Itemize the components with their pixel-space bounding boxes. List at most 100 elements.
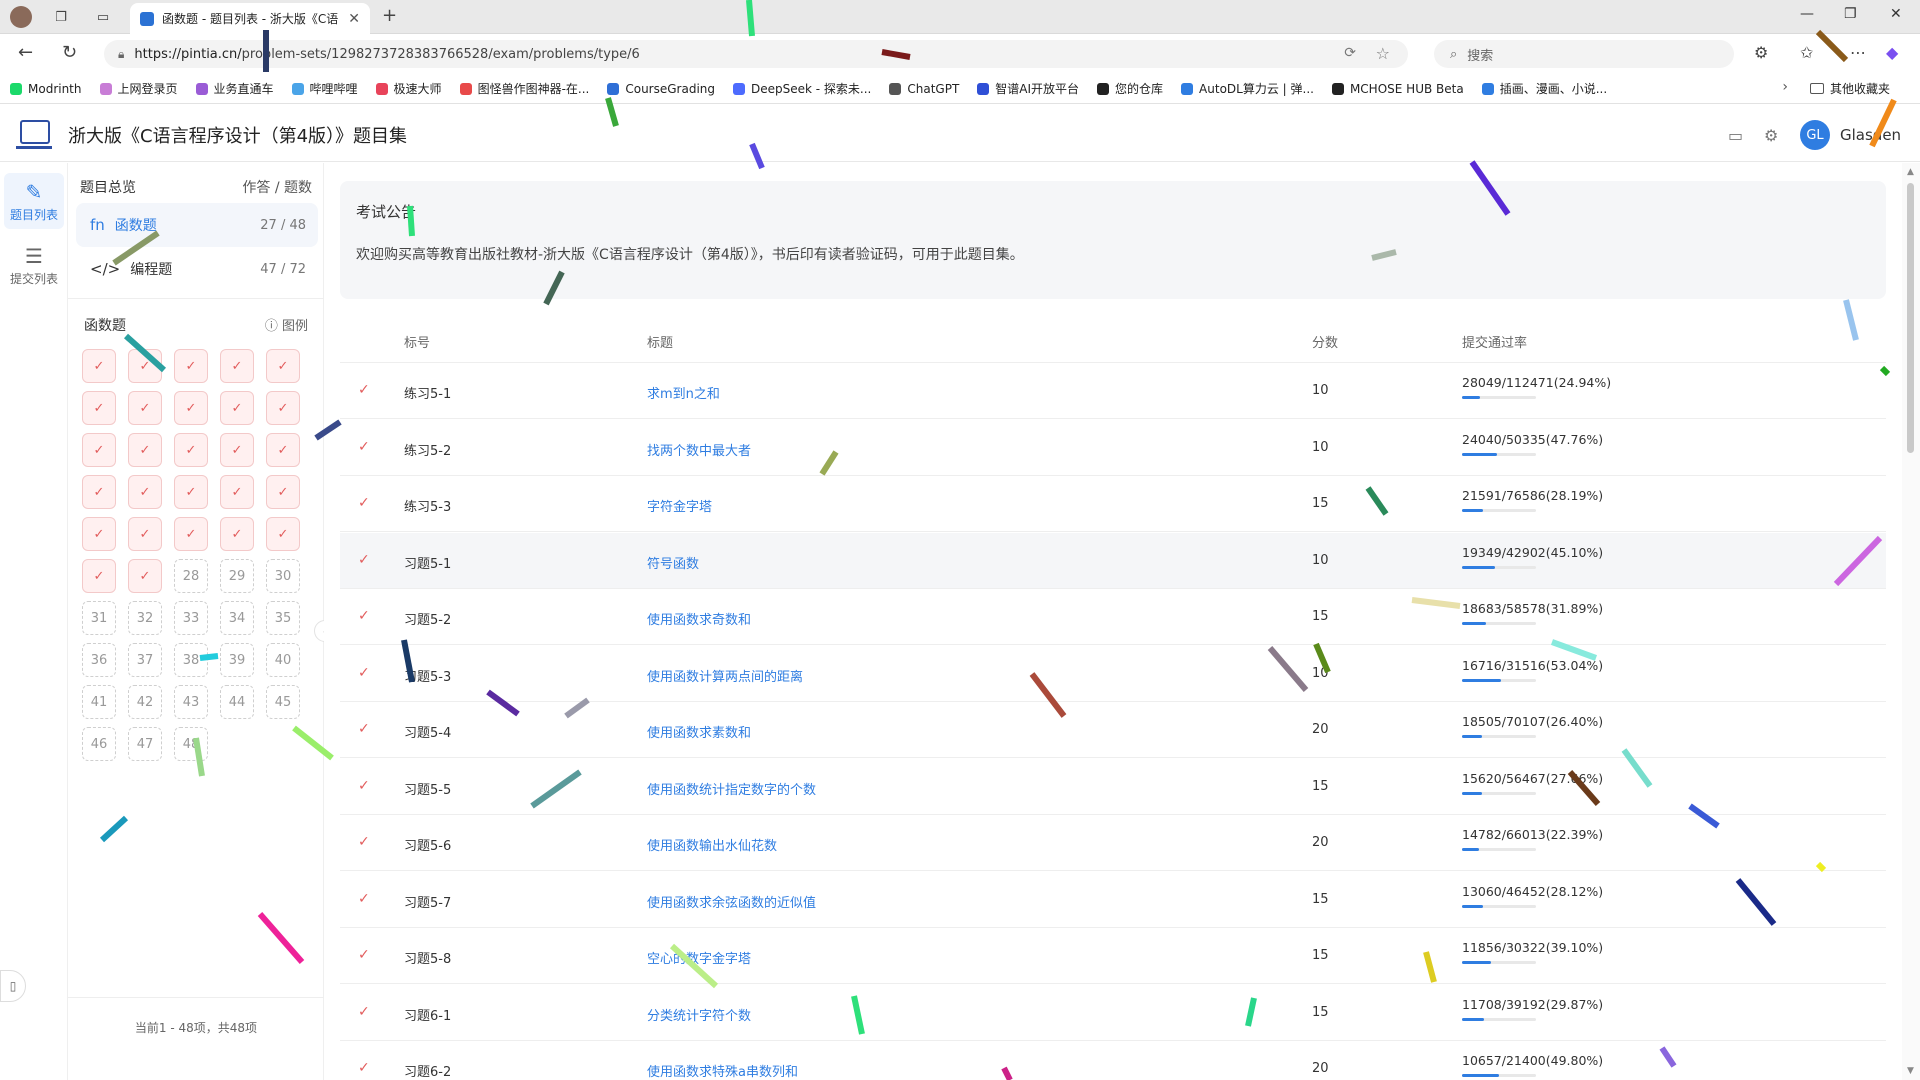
- table-row[interactable]: ✓ 习题5-2 使用函数求奇数和 15 18683/58578(31.89%): [340, 589, 1886, 645]
- problem-grid-cell[interactable]: ✓: [174, 433, 208, 467]
- scroll-down-icon[interactable]: ▼: [1907, 1066, 1914, 1076]
- problem-grid-cell[interactable]: 44: [220, 685, 254, 719]
- table-row[interactable]: ✓ 习题5-8 空心的数字金字塔 15 11856/30322(39.10%): [340, 928, 1886, 984]
- problem-grid-cell[interactable]: 37: [128, 643, 162, 677]
- problem-grid-cell[interactable]: 34: [220, 601, 254, 635]
- close-window-icon[interactable]: ✕: [1890, 6, 1902, 22]
- problem-grid-cell[interactable]: 31: [82, 601, 116, 635]
- problem-title-link[interactable]: 字符金字塔: [647, 496, 712, 515]
- translate-icon[interactable]: ⟳: [1344, 45, 1356, 61]
- pta-logo-icon[interactable]: [16, 120, 52, 149]
- bookmark-item[interactable]: 插画、漫画、小说...: [1481, 80, 1607, 97]
- problem-grid-cell[interactable]: 46: [82, 727, 116, 761]
- rail-item-submissions[interactable]: ☰ 提交列表: [4, 237, 64, 293]
- problem-grid-cell[interactable]: 32: [128, 601, 162, 635]
- table-row[interactable]: ✓ 习题5-7 使用函数求余弦函数的近似值 15 13060/46452(28.12%): [340, 872, 1886, 928]
- table-row[interactable]: ✓ 习题5-4 使用函数求素数和 20 18505/70107(26.40%): [340, 702, 1886, 758]
- problem-grid-cell[interactable]: ✓: [266, 475, 300, 509]
- favorites-icon[interactable]: ✩: [1800, 43, 1813, 62]
- tab-actions-icon[interactable]: ▭: [92, 6, 114, 28]
- problem-grid-cell[interactable]: 43: [174, 685, 208, 719]
- table-row[interactable]: ✓ 习题5-3 使用函数计算两点间的距离 10 16716/31516(53.04%): [340, 646, 1886, 702]
- problem-grid-cell[interactable]: 29: [220, 559, 254, 593]
- problem-type-programming[interactable]: </> 编程题 47 / 72: [76, 247, 318, 291]
- url-field[interactable]: 🔒︎ https://pintia.cn/problem-sets/129827…: [104, 40, 1408, 68]
- problem-grid-cell[interactable]: 28: [174, 559, 208, 593]
- restore-icon[interactable]: ❐: [1844, 6, 1857, 22]
- bookmark-item[interactable]: CourseGrading: [607, 82, 715, 96]
- problem-grid-cell[interactable]: ✓: [82, 391, 116, 425]
- problem-grid-cell[interactable]: ✓: [174, 391, 208, 425]
- problem-grid-cell[interactable]: 39: [220, 643, 254, 677]
- problem-grid-cell[interactable]: ✓: [220, 475, 254, 509]
- user-name[interactable]: Glasden: [1840, 126, 1901, 144]
- legend-button[interactable]: ⓘ 图例: [265, 315, 308, 335]
- problem-grid-cell[interactable]: 30: [266, 559, 300, 593]
- message-box-icon[interactable]: ▭: [1728, 126, 1743, 145]
- scrollbar[interactable]: ▲ ▼: [1902, 163, 1920, 1080]
- bookmark-item[interactable]: 业务直通车: [195, 80, 274, 97]
- problem-grid-cell[interactable]: ✓: [266, 517, 300, 551]
- problem-title-link[interactable]: 使用函数输出水仙花数: [647, 835, 777, 854]
- problem-title-link[interactable]: 使用函数求特殊a串数列和: [647, 1061, 798, 1080]
- problem-grid-cell[interactable]: ✓: [82, 475, 116, 509]
- bookmark-item[interactable]: DeepSeek - 探索未...: [733, 80, 871, 97]
- problem-title-link[interactable]: 使用函数求素数和: [647, 722, 751, 741]
- bookmark-item[interactable]: 上网登录页: [99, 80, 178, 97]
- problem-grid-cell[interactable]: ✓: [174, 517, 208, 551]
- problem-type-function[interactable]: fn 函数题 27 / 48: [76, 203, 318, 247]
- close-tab-icon[interactable]: ✕: [348, 11, 360, 27]
- problem-grid-cell[interactable]: ✓: [128, 433, 162, 467]
- back-icon[interactable]: ←: [18, 42, 33, 63]
- problem-grid-cell[interactable]: ✓: [266, 433, 300, 467]
- browser-tab-active[interactable]: 函数题 - 题目列表 - 浙大版《C语 ✕: [130, 3, 370, 34]
- problem-title-link[interactable]: 找两个数中最大者: [647, 440, 751, 459]
- problem-grid-cell[interactable]: 40: [266, 643, 300, 677]
- more-menu-icon[interactable]: ⋯: [1850, 43, 1866, 62]
- bookmark-item[interactable]: ChatGPT: [889, 82, 959, 96]
- problem-grid-cell[interactable]: ✓: [128, 391, 162, 425]
- favorite-star-icon[interactable]: ☆: [1376, 44, 1390, 63]
- table-row[interactable]: ✓ 习题5-6 使用函数输出水仙花数 20 14782/66013(22.39%): [340, 815, 1886, 871]
- problem-title-link[interactable]: 求m到n之和: [647, 383, 720, 402]
- problem-grid-cell[interactable]: ✓: [174, 349, 208, 383]
- scroll-up-icon[interactable]: ▲: [1907, 167, 1914, 177]
- problem-grid-cell[interactable]: ✓: [128, 559, 162, 593]
- problem-grid-cell[interactable]: ✓: [220, 517, 254, 551]
- new-tab-icon[interactable]: +: [382, 5, 397, 26]
- profile-avatar-icon[interactable]: [10, 6, 32, 28]
- problem-grid-cell[interactable]: ✓: [220, 391, 254, 425]
- problem-grid-cell[interactable]: ✓: [266, 391, 300, 425]
- problem-title-link[interactable]: 空心的数字金字塔: [647, 948, 751, 967]
- problem-title-link[interactable]: 使用函数统计指定数字的个数: [647, 779, 816, 798]
- bookmark-item[interactable]: MCHOSE HUB Beta: [1331, 82, 1464, 96]
- problem-grid-cell[interactable]: ✓: [128, 475, 162, 509]
- copilot-icon[interactable]: ◆: [1886, 43, 1898, 62]
- problem-grid-cell[interactable]: 42: [128, 685, 162, 719]
- problem-grid-cell[interactable]: ✓: [82, 349, 116, 383]
- bookmark-item[interactable]: Modrinth: [10, 82, 82, 96]
- settings-gear-icon[interactable]: ⚙: [1764, 126, 1778, 145]
- problem-grid-cell[interactable]: ✓: [174, 475, 208, 509]
- problem-grid-cell[interactable]: ✓: [128, 517, 162, 551]
- table-row[interactable]: ✓ 习题6-2 使用函数求特殊a串数列和 20 10657/21400(49.80%): [340, 1041, 1886, 1080]
- problem-grid-cell[interactable]: 33: [174, 601, 208, 635]
- bookmark-item[interactable]: 您的仓库: [1097, 80, 1163, 97]
- problem-grid-cell[interactable]: 45: [266, 685, 300, 719]
- bookmark-item[interactable]: 智谱AI开放平台: [977, 80, 1079, 97]
- scroll-thumb[interactable]: [1907, 183, 1914, 453]
- minimize-icon[interactable]: —: [1800, 6, 1814, 22]
- table-row[interactable]: ✓ 习题5-5 使用函数统计指定数字的个数 15 15620/56467(27.66%): [340, 759, 1886, 815]
- extensions-icon[interactable]: ⚙: [1754, 43, 1768, 62]
- search-input[interactable]: ⌕ 搜索: [1434, 40, 1734, 68]
- problem-title-link[interactable]: 使用函数计算两点间的距离: [647, 666, 803, 685]
- problem-grid-cell[interactable]: 41: [82, 685, 116, 719]
- avatar[interactable]: GL: [1800, 120, 1830, 150]
- table-row[interactable]: ✓ 练习5-1 求m到n之和 10 28049/112471(24.94%): [340, 363, 1886, 419]
- problem-grid-cell[interactable]: 47: [128, 727, 162, 761]
- workspaces-icon[interactable]: ❐: [50, 6, 72, 28]
- bookmark-item[interactable]: 哔哩哔哩: [291, 80, 358, 97]
- problem-grid-cell[interactable]: 38: [174, 643, 208, 677]
- problem-grid-cell[interactable]: ✓: [82, 517, 116, 551]
- problem-grid-cell[interactable]: ✓: [220, 433, 254, 467]
